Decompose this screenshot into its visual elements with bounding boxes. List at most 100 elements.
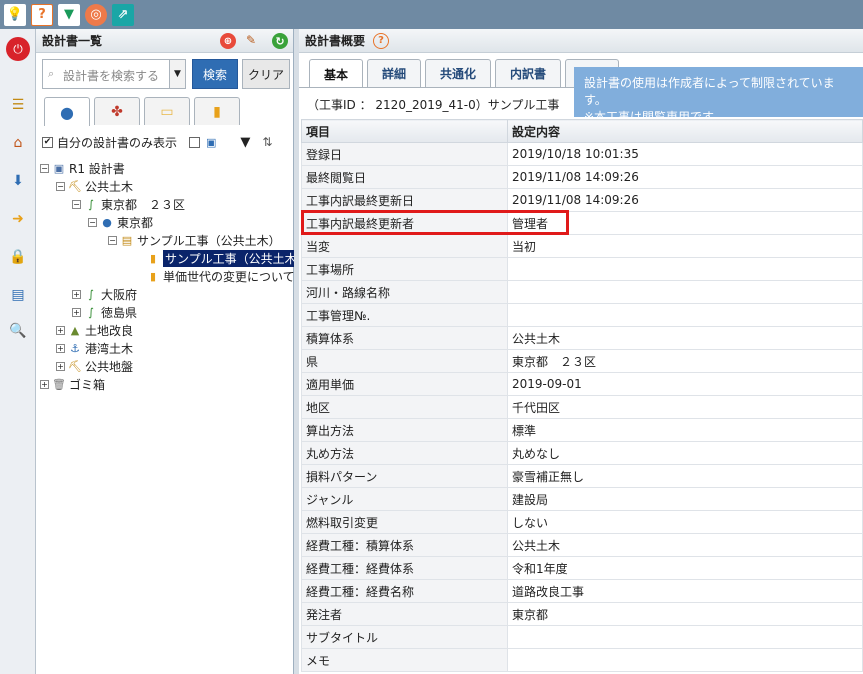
download-icon[interactable]: ⬇ (6, 169, 30, 193)
help-icon[interactable]: ? (31, 3, 53, 26)
grid-item-cell: 損料パターン (301, 464, 508, 488)
grid-item-cell: 丸め方法 (301, 441, 508, 465)
search-button[interactable]: 検索 (192, 59, 238, 89)
tab-works[interactable]: ▮ (194, 97, 240, 125)
grid-item-cell: 登録日 (301, 142, 508, 166)
grid-row: 積算体系 公共土木 (301, 326, 863, 350)
tree-view-icon[interactable]: ☰ (6, 93, 30, 117)
tree-node[interactable]: + ⛏ 公共地盤 (56, 357, 133, 375)
grid-value-cell (507, 648, 863, 672)
clear-button[interactable]: クリア (242, 59, 290, 89)
grid-value-cell: 2019/10/18 10:01:35 (507, 142, 863, 166)
secondary-checkbox[interactable] (189, 136, 201, 148)
edit-clear-icon[interactable]: ✎ (246, 33, 262, 49)
lock-icon[interactable]: 🔒 (6, 245, 30, 269)
my-designs-only-checkbox[interactable]: ✔ (42, 136, 53, 148)
collapse-icon[interactable]: − (56, 181, 65, 191)
home-icon[interactable]: ⌂ (6, 131, 30, 155)
tree-node[interactable]: ▮ サンプル工事（公共土木） (134, 249, 311, 267)
grid-row: 損料パターン 豪雪補正無し (301, 464, 863, 488)
tree-node-label: サンプル工事（公共土木） (137, 233, 281, 248)
grid-row: メモ (301, 648, 863, 672)
tree-node[interactable]: − ▣ R1 設計書 (40, 159, 125, 177)
search-dropdown-button[interactable]: ▼ (170, 59, 186, 89)
expand-icon[interactable]: + (40, 379, 49, 389)
expand-icon[interactable]: + (56, 343, 65, 353)
beginner-mark-icon[interactable]: ▼ (58, 3, 80, 26)
summary-grid: 項目 設定内容 登録日 2019/10/18 10:01:35 最終閲覧日 2019/… (301, 119, 863, 672)
support-headset-icon[interactable]: ◎ (85, 3, 107, 26)
grid-value-cell: 公共土木 (507, 326, 863, 350)
tree-node[interactable]: − ⛏ 公共土木 (56, 177, 133, 195)
expand-icon[interactable]: + (56, 325, 65, 335)
view-toggle-icon[interactable]: ▣ (206, 136, 216, 149)
grid-item-cell: ジャンル (301, 487, 508, 511)
grid-item-cell: 最終閲覧日 (301, 165, 508, 189)
tree-node-label: 港湾土木 (85, 341, 134, 356)
grid-value-cell: 管理者 (507, 211, 863, 235)
grid-header-item: 項目 (301, 119, 508, 143)
tree-node[interactable]: − ▤ サンプル工事（公共土木） (108, 231, 281, 249)
collapse-icon[interactable]: − (72, 199, 81, 209)
grid-row: 燃料取引変更 しない (301, 510, 863, 534)
tab-breakdown[interactable]: 内訳書 (495, 59, 562, 87)
group-icon: ✤ (111, 103, 123, 120)
tab-my-designs[interactable]: ● (44, 97, 90, 126)
tree-node-label: 東京都 (117, 215, 154, 230)
user-icon: ● (60, 102, 74, 122)
tab-folders[interactable]: ▭ (144, 97, 190, 125)
construction-doc-icon: ▮ (149, 251, 157, 265)
add-design-icon[interactable]: ⊕ (220, 33, 236, 49)
tree-node[interactable]: − ∫ 東京都 ２３区 (72, 195, 185, 213)
tab-shared-designs[interactable]: ✤ (94, 97, 140, 125)
grid-value-cell: 2019-09-01 (507, 372, 863, 396)
grid-item-cell: 積算体系 (301, 326, 508, 350)
summary-tabs: 基本 詳細 共通化 内訳書 工事 (309, 59, 620, 88)
design-summary-pane: 設計書概要 ? 基本 詳細 共通化 内訳書 工事 （工事ID ： 2120_20… (299, 29, 863, 674)
grid-value-cell (507, 303, 863, 327)
folder-icon: ▭ (160, 103, 174, 120)
lightbulb-icon[interactable]: 💡 (4, 3, 26, 26)
magnifier-icon[interactable]: 🔍 (6, 319, 30, 343)
collapse-icon[interactable]: − (88, 217, 97, 227)
network-icon[interactable]: ▤ (6, 283, 30, 307)
grid-item-cell: 燃料取引変更 (301, 510, 508, 534)
collapse-icon[interactable]: − (108, 235, 117, 245)
grid-row: サブタイトル (301, 625, 863, 649)
grid-value-cell: 当初 (507, 234, 863, 258)
tree-node[interactable]: ▮ 単価世代の変更について (134, 267, 295, 285)
tree-node[interactable]: + ⚓ 港湾土木 (56, 339, 133, 357)
construction-doc-icon: ▮ (149, 269, 157, 283)
tree-node[interactable]: − ● 東京都 (88, 213, 153, 231)
design-search-input[interactable]: ⌕ 設計書を検索する (42, 59, 170, 89)
expand-icon[interactable]: + (72, 289, 81, 299)
expand-icon[interactable]: + (72, 307, 81, 317)
tree-node-label: 大阪府 (101, 287, 138, 302)
grid-value-cell (507, 280, 863, 304)
grid-value-cell: 豪雪補正無し (507, 464, 863, 488)
collapse-icon[interactable]: − (40, 163, 49, 173)
tab-basic[interactable]: 基本 (309, 59, 364, 88)
tree-node[interactable]: + ∫ 徳島県 (72, 303, 137, 321)
tab-detail[interactable]: 詳細 (367, 59, 422, 87)
grid-value-cell: 丸めなし (507, 441, 863, 465)
sort-icon[interactable]: ⇅ (262, 135, 272, 149)
expand-icon[interactable]: + (56, 361, 65, 371)
tree-node[interactable]: + ▲ 土地改良 (56, 321, 133, 339)
filter-icon[interactable]: ▼ (240, 135, 250, 150)
grid-item-cell: 河川・路線名称 (301, 280, 508, 304)
tree-node[interactable]: + 🗑 ゴミ箱 (40, 375, 105, 393)
help-icon[interactable]: ? (373, 32, 390, 49)
grid-value-cell: しない (507, 510, 863, 534)
refresh-icon[interactable]: ↻ (272, 33, 288, 49)
permission-tooltip: 設計書の使用は作成者によって制限されています。 ※本工事は閲覧専用です。 (574, 67, 863, 124)
grid-row: 登録日 2019/10/18 10:01:35 (301, 142, 863, 166)
arrow-right-icon[interactable]: ➜ (6, 207, 30, 231)
tree-node[interactable]: + ∫ 大阪府 (72, 285, 137, 303)
grid-item-cell: 工事内訳最終更新日 (301, 188, 508, 212)
power-icon[interactable]: ⏻ (6, 37, 30, 61)
grid-value-cell: 東京都 (507, 602, 863, 626)
external-link-icon[interactable]: ⇗ (112, 3, 134, 26)
tab-common[interactable]: 共通化 (425, 59, 492, 87)
user-icon: ● (102, 215, 112, 229)
